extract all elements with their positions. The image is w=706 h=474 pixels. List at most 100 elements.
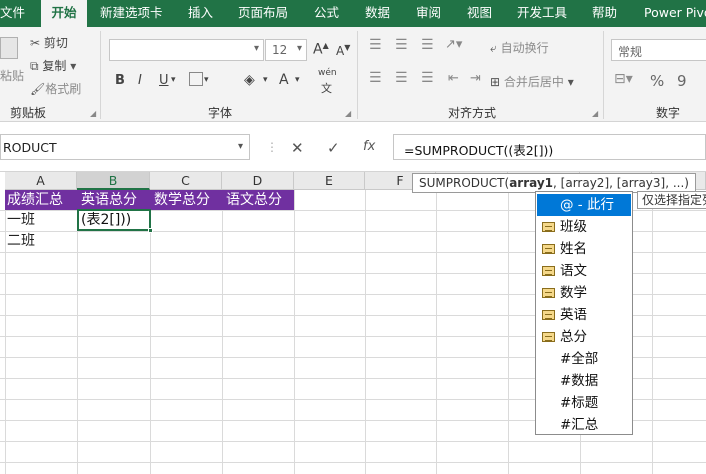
font-size-combo[interactable]: 12 ▾ [265, 39, 307, 61]
percent-button[interactable]: % [650, 72, 664, 90]
autocomplete-hint: 仅选择指定列 [637, 191, 706, 209]
font-name-combo[interactable]: ▾ [109, 39, 264, 61]
column-header-d[interactable]: D [222, 172, 294, 190]
dialog-launcher-icon[interactable]: ◢ [345, 109, 351, 118]
autocomplete-item[interactable]: @ - 此行 [537, 194, 631, 216]
grow-font-button[interactable]: A▲ [313, 41, 329, 58]
tab-page-layout[interactable]: 页面布局 [238, 0, 288, 27]
autocomplete-item-label: 总分 [560, 329, 587, 345]
align-middle-icon[interactable]: ☰ [395, 37, 408, 53]
column-header-a[interactable]: A [5, 172, 77, 190]
tab-view[interactable]: 视图 [467, 0, 492, 27]
drag-handle-icon[interactable]: ⋮ [266, 140, 278, 154]
autocomplete-item[interactable]: 数学 [537, 282, 631, 304]
autocomplete-item[interactable]: #数据 [537, 370, 631, 392]
autocomplete-item[interactable]: 总分 [537, 326, 631, 348]
autocomplete-item-label: 班级 [560, 219, 587, 235]
autocomplete-item[interactable]: #汇总 [537, 414, 631, 436]
decrease-indent-icon[interactable]: ⇤ [448, 71, 459, 86]
autocomplete-item-label: #全部 [560, 351, 599, 367]
table-header-cell[interactable]: 数学总分 [150, 190, 222, 210]
increase-indent-icon[interactable]: ⇥ [470, 71, 481, 86]
table-column-icon [542, 222, 555, 232]
insert-function-button[interactable]: fx [363, 139, 375, 154]
underline-button[interactable]: U [159, 73, 169, 88]
italic-button[interactable]: I [138, 73, 142, 88]
align-bottom-icon[interactable]: ☰ [421, 37, 434, 53]
font-group-label: 字体 [208, 106, 233, 120]
autocomplete-list[interactable]: @ - 此行班级姓名 语文 数学 英语总分 #全部 #数据 #标题 #汇总 [535, 191, 633, 435]
align-top-icon[interactable]: ☰ [369, 37, 382, 53]
chevron-down-icon[interactable]: ▾ [263, 75, 268, 85]
column-header-c[interactable]: C [150, 172, 222, 190]
merge-center-button[interactable]: ⊞ 合并后居中 ▾ [490, 73, 574, 90]
dialog-launcher-icon[interactable]: ◢ [592, 109, 598, 118]
scissors-icon: ✂ [30, 36, 41, 50]
chevron-down-icon: ▾ [237, 141, 243, 152]
tab-insert[interactable]: 插入 [188, 0, 213, 27]
tab-data[interactable]: 数据 [365, 0, 390, 27]
wrap-text-button[interactable]: ⤶ 自动换行 [490, 39, 549, 56]
font-color-button[interactable]: A [279, 72, 289, 88]
autocomplete-item-label: #数据 [560, 373, 599, 389]
autocomplete-item[interactable]: 班级 [537, 216, 631, 238]
cell-a[interactable]: 二班 [7, 231, 35, 251]
tab-formulas[interactable]: 公式 [314, 0, 339, 27]
copy-button[interactable]: ⧉ 复制 ▾ [30, 57, 76, 74]
autocomplete-item[interactable]: #标题 [537, 392, 631, 414]
phonetic-icon: 文 [321, 82, 332, 95]
table-header-cell[interactable]: 成绩汇总 [5, 190, 77, 210]
number-format-combo[interactable]: 常规 [611, 39, 706, 61]
paste-button[interactable]: 粘贴 [0, 67, 24, 84]
ribbon-tab-bar: 文件 开始 新建选项卡 插入 页面布局 公式 数据 审阅 视图 开发工具 帮助 … [0, 0, 706, 28]
align-center-icon[interactable]: ☰ [395, 70, 408, 86]
formula-input[interactable]: =SUMPRODUCT((表2[])) [393, 134, 706, 160]
cell-a[interactable]: 一班 [7, 210, 35, 230]
active-cell-b[interactable]: (表2[])) [77, 209, 151, 231]
tab-power-pivot[interactable]: Power Pivot [644, 0, 706, 27]
autocomplete-item[interactable]: #全部 [537, 348, 631, 370]
cancel-entry-button[interactable]: ✕ [291, 139, 304, 157]
dialog-launcher-icon[interactable]: ◢ [90, 109, 96, 118]
autocomplete-item[interactable]: 英语 [537, 304, 631, 326]
table-column-icon [542, 310, 555, 320]
chevron-down-icon: ▾ [70, 59, 77, 73]
table-column-icon [542, 288, 555, 298]
currency-icon[interactable]: ⊟▾ [614, 71, 633, 87]
orientation-icon[interactable]: ↗▾ [445, 37, 462, 52]
tab-file[interactable]: 文件 [0, 0, 25, 27]
bold-button[interactable]: B [115, 73, 125, 88]
autocomplete-item[interactable]: 姓名 [537, 238, 631, 260]
tab-new[interactable]: 新建选项卡 [100, 0, 163, 27]
tab-review[interactable]: 审阅 [416, 0, 441, 27]
tab-developer[interactable]: 开发工具 [517, 0, 567, 27]
function-tooltip[interactable]: SUMPRODUCT(array1, [array2], [array3], .… [412, 173, 696, 193]
align-right-icon[interactable]: ☰ [421, 70, 434, 86]
name-box[interactable]: RODUCT ▾ [0, 134, 250, 160]
confirm-entry-button[interactable]: ✓ [327, 139, 340, 157]
tab-help[interactable]: 帮助 [592, 0, 617, 27]
chevron-down-icon: ▾ [567, 75, 574, 89]
chevron-down-icon[interactable]: ▾ [295, 75, 300, 85]
align-left-icon[interactable]: ☰ [369, 70, 382, 86]
table-header-cell[interactable]: 语文总分 [222, 190, 294, 210]
chevron-down-icon[interactable]: ▾ [204, 75, 209, 85]
cut-button[interactable]: ✂ 剪切 [30, 34, 68, 51]
comma-style-button[interactable]: 9 [677, 72, 687, 90]
format-painter-button[interactable]: 🖌格式刷 [30, 80, 81, 97]
alignment-group-label: 对齐方式 [448, 106, 497, 120]
autocomplete-item[interactable]: 语文 [537, 260, 631, 282]
column-header-e[interactable]: E [294, 172, 365, 190]
borders-icon[interactable] [189, 72, 203, 86]
chevron-down-icon[interactable]: ▾ [171, 75, 176, 85]
fill-color-icon[interactable]: ◈ [244, 72, 255, 88]
phonetic-button[interactable]: wén [318, 68, 337, 78]
shrink-font-button[interactable]: A▼ [336, 43, 350, 58]
fill-handle[interactable] [148, 228, 153, 233]
paste-icon[interactable] [0, 37, 18, 59]
formula-bar: RODUCT ▾ ⋮ ✕ ✓ fx =SUMPRODUCT((表2[])) [0, 122, 706, 172]
table-column-icon [542, 266, 555, 276]
tab-home[interactable]: 开始 [41, 0, 87, 28]
column-header-b[interactable]: B [77, 172, 150, 190]
table-header-cell[interactable]: 英语总分 [77, 190, 150, 210]
